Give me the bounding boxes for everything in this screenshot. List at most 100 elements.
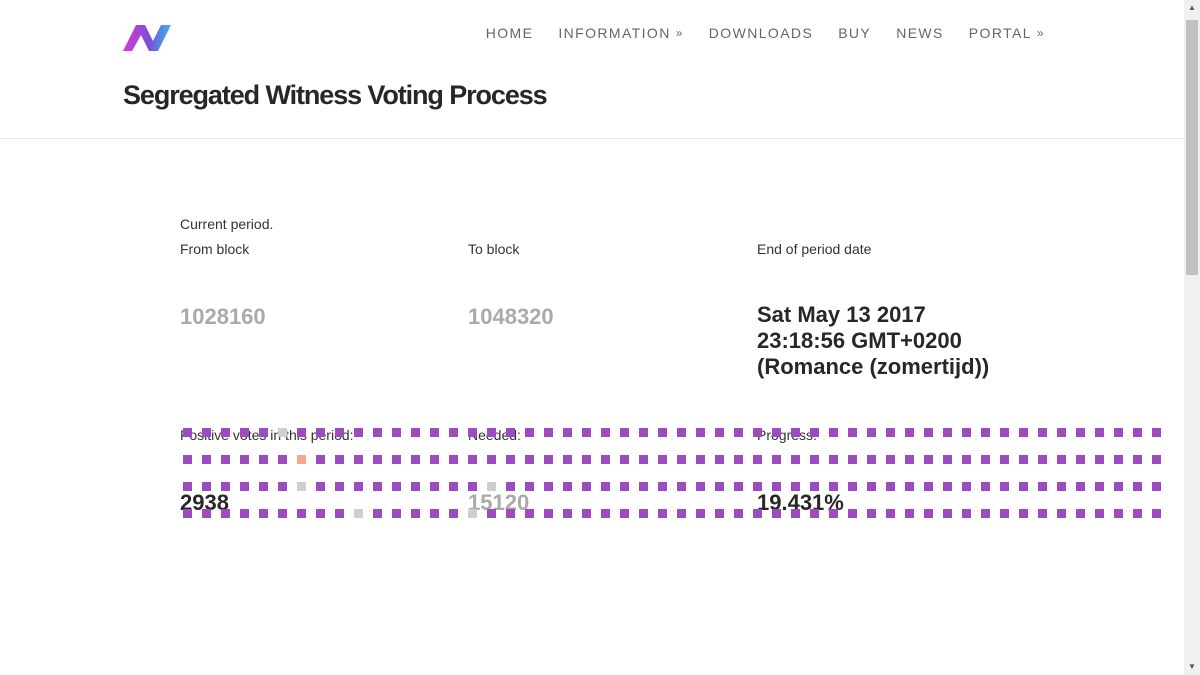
block-signaling	[810, 455, 819, 464]
block-signaling	[639, 455, 648, 464]
block-signaling	[848, 455, 857, 464]
block-signaling	[886, 482, 895, 491]
block-signaling	[848, 428, 857, 437]
navcoin-logo[interactable]	[123, 24, 171, 52]
block-signaling	[1038, 482, 1047, 491]
block-signaling	[506, 428, 515, 437]
block-vote-grid	[183, 428, 1161, 536]
block-signaling	[924, 428, 933, 437]
block-signaling	[1152, 482, 1161, 491]
block-signaling	[316, 428, 325, 437]
scrollbar-thumb[interactable]	[1186, 20, 1198, 275]
block-signaling	[1133, 455, 1142, 464]
block-signaling	[183, 509, 192, 518]
block-signaling	[962, 482, 971, 491]
block-signaling	[449, 482, 458, 491]
block-grid-row	[183, 455, 1161, 464]
block-signaling	[810, 428, 819, 437]
block-signaling	[392, 482, 401, 491]
block-signaling	[1019, 509, 1028, 518]
block-signaling	[1019, 455, 1028, 464]
block-signaling	[202, 428, 211, 437]
block-signaling	[1057, 509, 1066, 518]
scroll-up-arrow-icon[interactable]: ▲	[1184, 0, 1200, 16]
block-signaling	[658, 428, 667, 437]
block-signaling	[753, 428, 762, 437]
block-signaling	[544, 455, 553, 464]
block-signaling	[1000, 428, 1009, 437]
block-signaling	[373, 428, 382, 437]
block-signaling	[221, 428, 230, 437]
block-signaling	[240, 482, 249, 491]
block-signaling	[1076, 509, 1085, 518]
block-signaling	[430, 455, 439, 464]
block-signaling	[905, 428, 914, 437]
nav-buy-label: BUY	[838, 25, 872, 41]
block-signaling	[411, 482, 420, 491]
block-signaling	[696, 509, 705, 518]
block-signaling	[658, 482, 667, 491]
chevron-double-down-icon: »	[1036, 26, 1045, 40]
block-signaling	[943, 509, 952, 518]
block-signaling	[943, 428, 952, 437]
block-signaling	[183, 482, 192, 491]
to-block-label: To block	[468, 241, 520, 257]
block-signaling	[810, 482, 819, 491]
nav-buy[interactable]: BUY	[838, 25, 871, 41]
block-signaling	[981, 482, 990, 491]
block-not-signaling	[354, 509, 363, 518]
nav-news-label: NEWS	[896, 25, 944, 41]
block-signaling	[544, 428, 553, 437]
block-signaling	[430, 509, 439, 518]
block-signaling	[677, 509, 686, 518]
block-signaling	[734, 509, 743, 518]
block-signaling	[316, 509, 325, 518]
block-signaling	[202, 482, 211, 491]
block-signaling	[240, 455, 249, 464]
block-signaling	[202, 455, 211, 464]
nav-home[interactable]: HOME	[486, 25, 534, 41]
scroll-down-arrow-icon[interactable]: ▼	[1184, 659, 1200, 675]
block-signaling	[1095, 428, 1104, 437]
nav-information[interactable]: INFORMATION »	[558, 25, 683, 41]
block-signaling	[582, 482, 591, 491]
nav-downloads[interactable]: DOWNLOADS	[709, 25, 813, 41]
block-signaling	[278, 455, 287, 464]
block-signaling	[1038, 455, 1047, 464]
nav-news[interactable]: NEWS	[896, 25, 944, 41]
block-signaling	[829, 455, 838, 464]
block-signaling	[1095, 455, 1104, 464]
block-signaling	[582, 509, 591, 518]
block-signaling	[316, 482, 325, 491]
block-signaling	[677, 482, 686, 491]
block-signaling	[1114, 428, 1123, 437]
block-signaling	[582, 428, 591, 437]
block-signaling	[1095, 482, 1104, 491]
block-signaling	[658, 509, 667, 518]
block-signaling	[373, 455, 382, 464]
vertical-scrollbar[interactable]: ▲ ▼	[1184, 0, 1200, 675]
block-signaling	[259, 482, 268, 491]
block-signaling	[829, 482, 838, 491]
block-signaling	[278, 482, 287, 491]
block-signaling	[544, 509, 553, 518]
block-signaling	[297, 509, 306, 518]
block-signaling	[525, 509, 534, 518]
nav-portal-label: PORTAL	[968, 25, 1032, 41]
page-title: Segregated Witness Voting Process	[123, 80, 548, 110]
block-signaling	[487, 455, 496, 464]
block-signaling	[563, 509, 572, 518]
block-signaling	[791, 482, 800, 491]
end-date-label: End of period date	[757, 241, 872, 257]
block-signaling	[1000, 455, 1009, 464]
from-block-value: 1028160	[180, 304, 266, 329]
nav-portal[interactable]: PORTAL »	[969, 25, 1045, 41]
block-signaling	[411, 455, 420, 464]
block-signaling	[506, 455, 515, 464]
block-signaling	[1152, 428, 1161, 437]
nav-home-label: HOME	[485, 25, 534, 41]
block-signaling	[411, 428, 420, 437]
block-signaling	[430, 482, 439, 491]
block-signaling	[943, 455, 952, 464]
block-signaling	[468, 455, 477, 464]
